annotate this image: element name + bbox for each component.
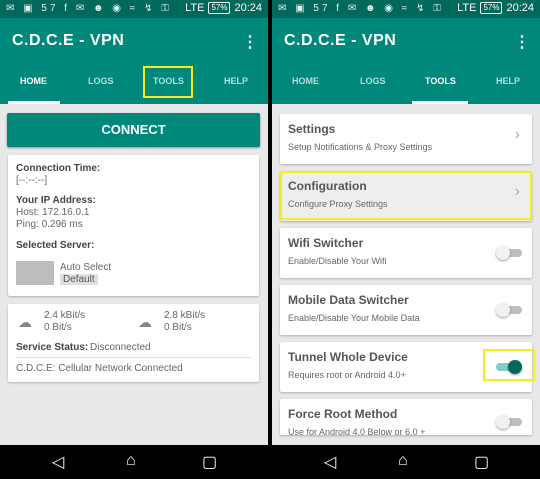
settings-title: Settings — [288, 122, 336, 136]
notification-icons: ✉ ▣ 57 f ✉ ☻ ◉ ≈ ↯ ⚿ — [6, 3, 172, 14]
mobile-data-toggle[interactable] — [496, 303, 522, 317]
connection-time-value: [--:--:--] — [16, 175, 48, 186]
tunnel-whole-device-title: Tunnel Whole Device — [288, 350, 408, 364]
traffic-card: ☁ 2.4 kBit/s 0 Bit/s ☁ 2.8 kBit/s 0 Bit/… — [8, 304, 259, 382]
server-flag-icon[interactable] — [16, 261, 54, 285]
tunnel-whole-device-subtitle: Requires root or Android 4.0+ — [288, 370, 406, 380]
tab-help[interactable]: HELP — [224, 76, 248, 86]
mobile-data-switcher-item[interactable]: Mobile Data Switcher Enable/Disable Your… — [280, 285, 532, 335]
clock: 20:24 — [506, 2, 534, 14]
status-bar: ✉ ▣ 57 f ✉ ☻ ◉ ≈ ↯ ⚿ LTE 57% 20:24 — [272, 0, 540, 18]
network-type-label: LTE — [185, 2, 205, 14]
overflow-menu-icon[interactable]: ⋮ — [242, 32, 258, 52]
connection-info-card: Connection Time: [--:--:--] Your IP Addr… — [8, 155, 259, 296]
clock: 20:24 — [234, 2, 262, 14]
tab-home[interactable]: HOME — [292, 76, 319, 86]
settings-subtitle: Setup Notifications & Proxy Settings — [288, 142, 433, 152]
wifi-switcher-title: Wifi Switcher — [288, 236, 364, 250]
wifi-switcher-subtitle: Enable/Disable Your Wifi — [288, 256, 387, 266]
force-root-method-item[interactable]: Force Root Method Use for Android 4.0 Be… — [280, 399, 532, 437]
tab-home[interactable]: HOME — [20, 76, 47, 86]
tab-indicator — [412, 101, 468, 104]
app-title: C.D.C.E - VPN — [12, 32, 125, 49]
network-status-text: C.D.C.E: Cellular Network Connected — [16, 363, 183, 374]
chevron-right-icon: › — [514, 126, 520, 143]
back-icon[interactable]: ◁ — [324, 452, 336, 472]
wifi-switcher-toggle[interactable] — [496, 246, 522, 260]
ping-value: Ping: 0.296 ms — [16, 219, 83, 230]
settings-item[interactable]: Settings Setup Notifications & Proxy Set… — [280, 114, 532, 164]
service-status-value: Disconnected — [90, 342, 151, 353]
mobile-data-switcher-subtitle: Enable/Disable Your Mobile Data — [288, 313, 420, 323]
selected-server-label: Selected Server: — [16, 240, 95, 251]
wifi-switcher-item[interactable]: Wifi Switcher Enable/Disable Your Wifi — [280, 228, 532, 278]
mobile-data-switcher-title: Mobile Data Switcher — [288, 293, 409, 307]
system-nav-bar: ◁ ⌂ ▢ — [0, 445, 268, 479]
system-nav-bar: ◁ ⌂ ▢ — [272, 445, 540, 479]
server-default-badge: Default — [60, 274, 98, 285]
back-icon[interactable]: ◁ — [52, 452, 64, 472]
tab-logs[interactable]: LOGS — [88, 76, 114, 86]
service-status-label: Service Status: — [16, 342, 89, 353]
connection-time-label: Connection Time: — [16, 163, 101, 174]
status-bar: ✉ ▣ 57 f ✉ ☻ ◉ ≈ ↯ ⚿ LTE 57% 20:24 — [0, 0, 268, 18]
app-bar: C.D.C.E - VPN ⋮ HOME LOGS TOOLS HELP — [0, 18, 268, 104]
ip-address-label: Your IP Address: — [16, 195, 96, 206]
highlight-box-tunnel-toggle — [483, 349, 535, 381]
tab-tools[interactable]: TOOLS — [425, 76, 456, 86]
recents-icon[interactable]: ▢ — [474, 452, 489, 472]
app-bar: C.D.C.E - VPN ⋮ HOME LOGS TOOLS HELP — [272, 18, 540, 104]
force-root-method-title: Force Root Method — [288, 407, 398, 421]
app-title: C.D.C.E - VPN — [284, 32, 397, 49]
divider — [16, 357, 251, 358]
cloud-upload-icon: ☁ — [138, 314, 152, 330]
tab-indicator — [8, 101, 60, 104]
highlight-box-configuration — [280, 171, 532, 220]
battery-icon: 57% — [480, 2, 503, 14]
upload-total: 0 Bit/s — [164, 322, 192, 333]
phone-home-screen: ✉ ▣ 57 f ✉ ☻ ◉ ≈ ↯ ⚿ LTE 57% 20:24 C.D.C… — [0, 0, 268, 479]
highlight-box-tools — [143, 66, 193, 98]
home-icon[interactable]: ⌂ — [398, 452, 408, 470]
recents-icon[interactable]: ▢ — [202, 452, 217, 472]
tab-logs[interactable]: LOGS — [360, 76, 386, 86]
tab-help[interactable]: HELP — [496, 76, 520, 86]
notification-icons: ✉ ▣ 57 f ✉ ☻ ◉ ≈ ↯ ⚿ — [278, 3, 444, 14]
download-total: 0 Bit/s — [44, 322, 72, 333]
upload-speed: 2.8 kBit/s — [164, 310, 206, 321]
force-root-method-subtitle: Use for Android 4.0 Below or 6.0 + — [288, 427, 426, 437]
battery-icon: 57% — [208, 2, 231, 14]
home-icon[interactable]: ⌂ — [126, 452, 136, 470]
force-root-toggle[interactable] — [496, 415, 522, 429]
server-name[interactable]: Auto Select — [60, 262, 111, 273]
network-type-label: LTE — [457, 2, 477, 14]
host-value: Host: 172.16.0.1 — [16, 207, 90, 218]
overflow-menu-icon[interactable]: ⋮ — [514, 32, 530, 52]
download-speed: 2.4 kBit/s — [44, 310, 86, 321]
cloud-download-icon: ☁ — [18, 314, 32, 330]
connect-button[interactable]: CONNECT — [7, 113, 260, 147]
phone-tools-screen: ✉ ▣ 57 f ✉ ☻ ◉ ≈ ↯ ⚿ LTE 57% 20:24 C.D.C… — [272, 0, 540, 479]
